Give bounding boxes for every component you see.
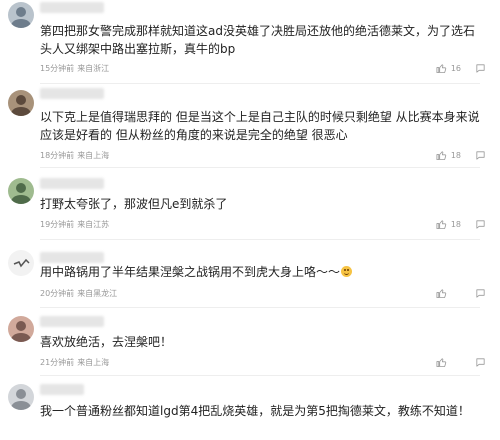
avatar[interactable]: [8, 2, 34, 28]
comment-meta: 21分钟前 来自上海: [40, 357, 109, 368]
comment-meta: 19分钟前 来自江苏: [40, 219, 109, 230]
avatar-image: [8, 316, 34, 342]
reply-button[interactable]: [475, 288, 486, 299]
comment-time: 20分钟前: [40, 289, 75, 298]
comment-item: ███ 以下克上是值得瑞思拜的 但是当这个上是自己主队的时候只剩绝望 从比赛本身…: [0, 84, 500, 168]
thumbs-up-icon: [436, 63, 447, 73]
like-button[interactable]: [436, 357, 461, 368]
comment-actions: [436, 355, 486, 369]
comment-icon: [476, 150, 485, 160]
comment-text: 用中路锅用了半年结果涅槃之战锅用不到虎大身上咯～～: [40, 263, 484, 281]
comment-item: ███ 打野太夸张了，那波但凡e到就杀了 19分钟前来自江苏 18: [0, 168, 500, 240]
comment-location: 来自江苏: [77, 220, 110, 229]
reply-button[interactable]: [475, 150, 486, 161]
username[interactable]: ██: [40, 384, 84, 395]
comment-text: 喜欢放绝活，去涅槃吧！: [40, 335, 173, 349]
like-count: 18: [450, 219, 461, 229]
avatar[interactable]: [8, 90, 34, 116]
like-button[interactable]: [436, 288, 461, 299]
comment-actions: 18: [436, 217, 486, 231]
comment-actions: 18: [436, 148, 486, 162]
avatar-image: [8, 90, 34, 116]
avatar[interactable]: [8, 178, 34, 204]
thumbs-up-icon: [436, 357, 447, 367]
reply-button[interactable]: [475, 219, 486, 230]
comment-time: 19分钟前: [40, 220, 75, 229]
comment-icon: [476, 63, 485, 73]
comment-text: 第四把那女警完成那样就知道这ad没英雄了决胜局还放他的绝活德莱文，为了选石头人又…: [40, 24, 475, 56]
thumbs-up-icon: [436, 150, 447, 160]
comment-text: 我一个普通粉丝都知道lgd第4把乱烧英雄，就是为第5把掏德莱文，教练不知道！: [40, 404, 470, 418]
avatar[interactable]: [8, 316, 34, 342]
comment-location: 来自黑龙江: [77, 289, 118, 298]
avatar-image: [8, 178, 34, 204]
like-count: 16: [450, 63, 461, 73]
comment-item: ████ 第四把那女警完成那样就知道这ad没英雄了决胜局还放他的绝活德莱文，为了…: [0, 0, 500, 84]
comment-actions: 16: [436, 61, 486, 75]
comment-list: ████ 第四把那女警完成那样就知道这ad没英雄了决胜局还放他的绝活德莱文，为了…: [0, 0, 500, 440]
comment-location: 来自上海: [77, 358, 110, 367]
like-count: 18: [450, 150, 461, 160]
comment-time: 15分钟前: [40, 64, 75, 73]
avatar[interactable]: [8, 250, 34, 276]
comment-time: 21分钟前: [40, 358, 75, 367]
comment-icon: [476, 357, 485, 367]
username[interactable]: ███: [40, 88, 104, 99]
comment-icon: [476, 288, 485, 298]
comment-meta: 18分钟前 来自上海: [40, 150, 109, 161]
reply-button[interactable]: [475, 63, 486, 74]
comment-text: 打野太夸张了，那波但凡e到就杀了: [40, 197, 228, 211]
username[interactable]: ████: [40, 2, 104, 13]
username[interactable]: ███: [40, 178, 104, 189]
grin-emoji-icon: [341, 266, 353, 277]
comment-text: 以下克上是值得瑞思拜的 但是当这个上是自己主队的时候只剩绝望 从比赛本身来说应该…: [40, 110, 480, 142]
avatar[interactable]: [8, 384, 34, 410]
comment-meta: 20分钟前 来自黑龙江: [40, 288, 117, 299]
like-button[interactable]: 16: [436, 63, 461, 74]
comment-text-body: 用中路锅用了半年结果涅槃之战锅用不到虎大身上咯～～: [40, 265, 341, 279]
comment-location: 来自浙江: [77, 64, 110, 73]
thumbs-up-icon: [436, 219, 447, 229]
avatar-image: [8, 2, 34, 28]
comment-time: 18分钟前: [40, 151, 75, 160]
comment-icon: [476, 219, 485, 229]
comment-meta: 15分钟前 来自浙江: [40, 63, 109, 74]
reply-button[interactable]: [475, 357, 486, 368]
comment-item: ██ 我一个普通粉丝都知道lgd第4把乱烧英雄，就是为第5把掏德莱文，教练不知道…: [0, 376, 500, 440]
like-button[interactable]: 18: [436, 150, 461, 161]
comment-location: 来自上海: [77, 151, 110, 160]
thumbs-up-icon: [436, 288, 447, 298]
comment-item: ███ 喜欢放绝活，去涅槃吧！ 21分钟前来自上海: [0, 308, 500, 376]
username[interactable]: ███: [40, 316, 104, 327]
avatar-image: [8, 250, 34, 276]
username[interactable]: ████: [40, 252, 104, 263]
comment-actions: [436, 286, 486, 300]
like-button[interactable]: 18: [436, 219, 461, 230]
avatar-image: [8, 384, 34, 410]
comment-item: ████ 用中路锅用了半年结果涅槃之战锅用不到虎大身上咯～～ 20分钟前来自黑龙…: [0, 240, 500, 308]
